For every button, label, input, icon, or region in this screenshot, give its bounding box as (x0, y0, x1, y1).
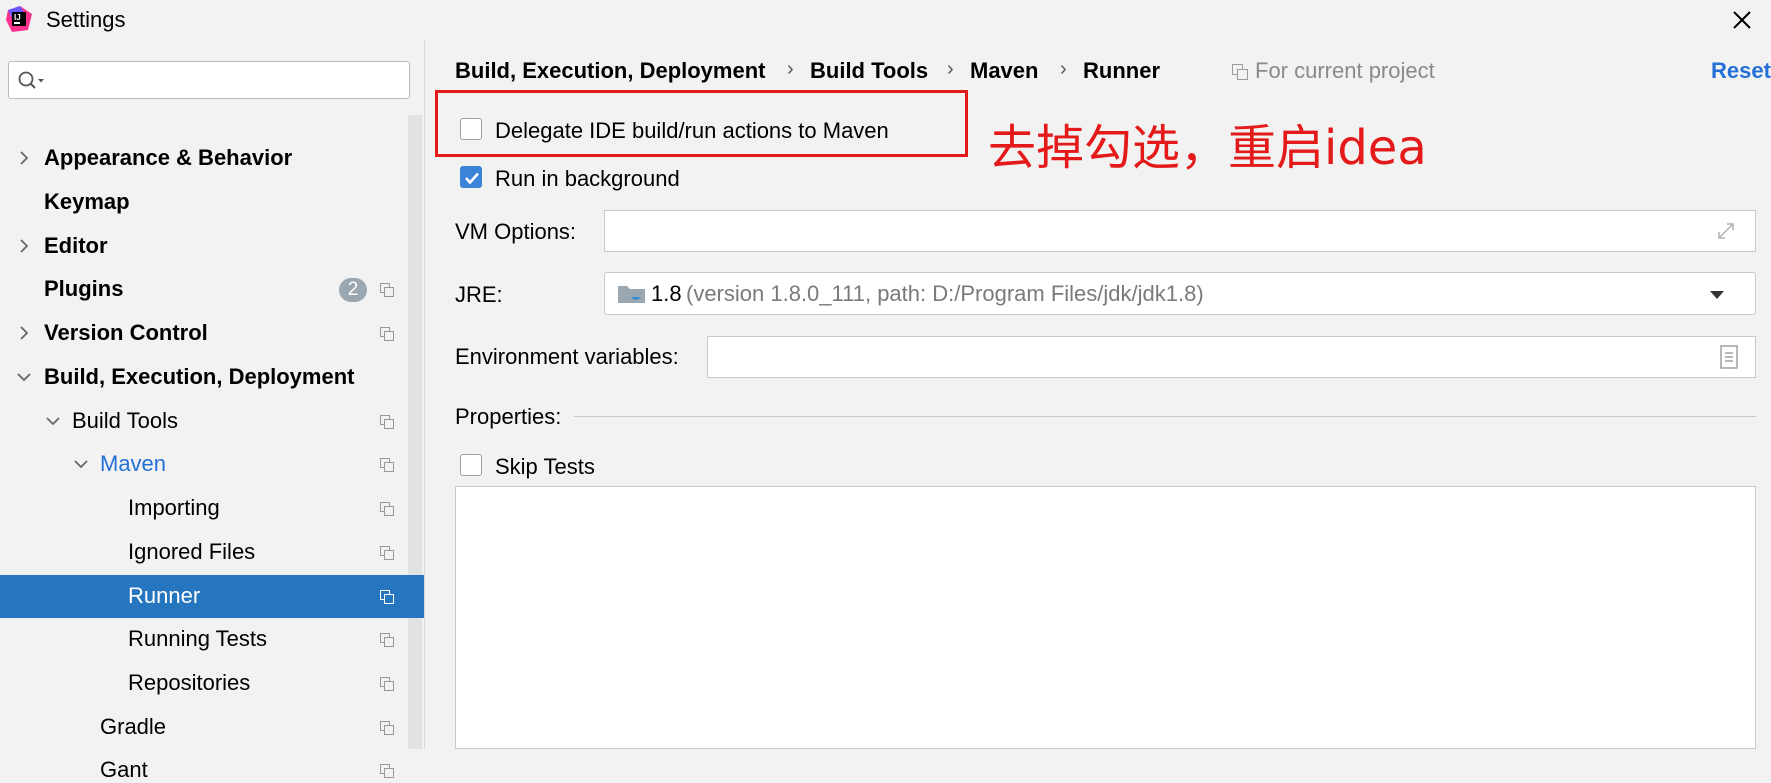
jre-select[interactable]: 1.8 (version 1.8.0_111, path: D:/Program… (604, 272, 1756, 315)
jre-label: JRE: (455, 282, 503, 307)
svg-text:IJ: IJ (14, 13, 21, 22)
reset-link[interactable]: Reset (1711, 58, 1771, 84)
sidebar-item-editor[interactable]: Editor (0, 225, 424, 268)
chevron-right-icon[interactable] (16, 150, 32, 166)
breadcrumb-separator: › (787, 58, 794, 80)
chevron-right-icon[interactable] (16, 325, 32, 341)
copy-icon (380, 764, 394, 778)
sidebar-item-label: Keymap (44, 189, 130, 214)
copy-icon (380, 327, 394, 341)
sidebar-item-gradle[interactable]: Gradle (0, 706, 424, 749)
skip-tests-checkbox[interactable] (460, 454, 482, 476)
sidebar-item-label: Gant (100, 757, 148, 782)
vm-options-field[interactable] (604, 210, 1756, 252)
sidebar-item-maven[interactable]: Maven (0, 443, 424, 486)
breadcrumb-item: Maven (970, 58, 1039, 83)
sidebar-item-label: Build, Execution, Deployment (44, 364, 355, 389)
sidebar-item-version-control[interactable]: Version Control (0, 312, 424, 355)
sidebar-item-label: Importing (128, 495, 220, 520)
sidebar-item-label: Ignored Files (128, 539, 256, 564)
copy-icon (380, 502, 394, 516)
properties-divider (574, 416, 1756, 417)
run-in-background-checkbox[interactable] (460, 166, 482, 188)
breadcrumb-separator: › (1060, 58, 1067, 80)
chevron-right-icon[interactable] (16, 238, 32, 254)
sidebar-item-importing[interactable]: Importing (0, 487, 424, 530)
plugins-update-badge: 2 (339, 278, 367, 302)
sidebar-item-build-execution-deployment[interactable]: Build, Execution, Deployment (0, 356, 424, 399)
breadcrumb-separator: › (947, 58, 954, 80)
sidebar-item-label: Gradle (100, 714, 167, 739)
copy-icon (380, 283, 394, 297)
env-variables-field[interactable] (707, 336, 1756, 378)
jre-detail: (version 1.8.0_111, path: D:/Program Fil… (686, 281, 1204, 306)
sidebar-item-keymap[interactable]: Keymap (0, 181, 424, 224)
sidebar-item-plugins[interactable]: Plugins 2 (0, 268, 424, 311)
close-icon[interactable] (1728, 6, 1756, 34)
properties-table[interactable] (455, 486, 1756, 749)
chevron-down-icon[interactable] (73, 456, 89, 472)
annotation-highlight-box (435, 90, 968, 157)
chevron-down-icon[interactable] (45, 413, 61, 429)
sidebar-item-repositories[interactable]: Repositories (0, 662, 424, 705)
sidebar-item-label: Editor (44, 233, 108, 258)
copy-icon (380, 677, 394, 691)
copy-icon (380, 633, 394, 647)
copy-icon (380, 721, 394, 735)
scope-label: For current project (1255, 58, 1435, 83)
sidebar-item-label: Appearance & Behavior (44, 145, 293, 170)
settings-main-panel: Build, Execution, Deployment › Build Too… (425, 40, 1771, 749)
checkmark-icon (465, 172, 479, 185)
folder-icon (618, 286, 645, 303)
sidebar-item-label: Repositories (128, 670, 251, 695)
properties-label: Properties: (455, 404, 562, 429)
sidebar-item-runner[interactable]: Runner (0, 575, 424, 618)
breadcrumb-item: Build Tools (810, 58, 929, 83)
copy-icon (380, 546, 394, 560)
skip-tests-label[interactable]: Skip Tests (495, 454, 595, 480)
run-in-background-label[interactable]: Run in background (495, 166, 680, 192)
sidebar-item-label: Running Tests (128, 626, 268, 651)
copy-icon (380, 590, 394, 604)
window-title: Settings (46, 7, 126, 32)
copy-icon (380, 415, 394, 429)
search-icon[interactable] (17, 70, 47, 92)
breadcrumb-item: Build, Execution, Deployment (455, 58, 766, 83)
dropdown-arrow-icon[interactable] (1709, 290, 1725, 300)
copy-icon (1232, 64, 1248, 80)
document-icon[interactable] (1718, 345, 1740, 369)
vm-options-label: VM Options: (455, 219, 577, 244)
sidebar-item-label: Runner (128, 583, 201, 608)
search-input[interactable] (8, 61, 410, 99)
sidebar-item-label: Build Tools (72, 408, 178, 433)
sidebar-item-label: Maven (100, 451, 167, 476)
env-variables-label: Environment variables: (455, 344, 679, 369)
copy-icon (380, 458, 394, 472)
expand-icon[interactable] (1715, 220, 1737, 242)
breadcrumb-item: Runner (1083, 58, 1160, 83)
sidebar-item-label: Plugins (44, 276, 124, 301)
app-icon: IJ (6, 6, 32, 32)
chevron-down-icon[interactable] (16, 369, 32, 385)
sidebar-item-appearance-behavior[interactable]: Appearance & Behavior (0, 137, 424, 180)
sidebar-item-build-tools[interactable]: Build Tools (0, 400, 424, 443)
sidebar-item-ignored-files[interactable]: Ignored Files (0, 531, 424, 574)
sidebar-item-label: Version Control (44, 320, 208, 345)
annotation-text: 去掉勾选，重启idea (988, 120, 1427, 176)
title-bar: IJ Settings (0, 0, 1771, 40)
jre-version: 1.8 (651, 281, 682, 306)
settings-sidebar: Appearance & Behavior Keymap Editor Plug… (0, 40, 425, 782)
sidebar-item-running-tests[interactable]: Running Tests (0, 618, 424, 661)
